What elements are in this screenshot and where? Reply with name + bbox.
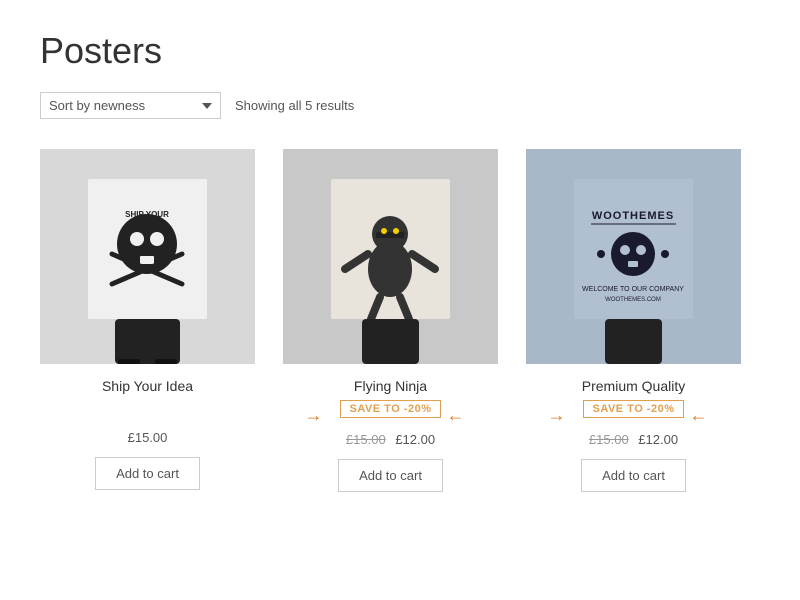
add-to-cart-ship[interactable]: Add to cart [95, 457, 200, 490]
add-to-cart-premium[interactable]: Add to cart [581, 459, 686, 492]
svg-text:WELCOME TO OUR COMPANY: WELCOME TO OUR COMPANY [582, 286, 684, 293]
price-original-ninja: £15.00 [346, 432, 386, 447]
sort-select[interactable]: Sort by newness Sort by price: low to hi… [40, 92, 221, 119]
arrow-left-ninja [304, 406, 334, 420]
svg-text:WOOTHEMES: WOOTHEMES [592, 210, 674, 222]
save-badge-row-premium: SAVE TO -20% [547, 400, 719, 426]
arrow-right-premium [690, 406, 720, 420]
results-count: Showing all 5 results [235, 98, 354, 113]
product-card-ship-your-idea: SHIP YOUR IDEA Ship Your Idea £15.00 Add… [40, 149, 255, 492]
product-image-ship: SHIP YOUR IDEA [40, 149, 255, 364]
product-title-ninja: Flying Ninja [354, 378, 427, 394]
product-card-premium-quality: WOOTHEMES WELCOME TO OUR COMPANY WOOTHEM… [526, 149, 741, 492]
products-grid: SHIP YOUR IDEA Ship Your Idea £15.00 Add… [40, 149, 760, 492]
price-sale-premium: £12.00 [638, 432, 678, 447]
product-price-ship: £15.00 [128, 430, 168, 445]
product-title-ship: Ship Your Idea [102, 378, 193, 394]
product-price-premium: £15.00 £12.00 [589, 432, 678, 447]
product-image-premium: WOOTHEMES WELCOME TO OUR COMPANY WOOTHEM… [526, 149, 741, 364]
price-sale-ninja: £12.00 [395, 432, 435, 447]
arrow-right-ninja [447, 406, 477, 420]
add-to-cart-ninja[interactable]: Add to cart [338, 459, 443, 492]
price-single: £15.00 [128, 430, 168, 445]
save-badge-premium: SAVE TO -20% [583, 400, 683, 418]
svg-text:IDEA: IDEA [137, 220, 156, 229]
ship-poster-svg: SHIP YOUR IDEA [40, 149, 255, 364]
price-original-premium: £15.00 [589, 432, 629, 447]
arrow-left-premium [547, 406, 577, 420]
ninja-poster-svg [283, 149, 498, 364]
toolbar: Sort by newness Sort by price: low to hi… [40, 92, 760, 119]
svg-text:WOOTHEMES.COM: WOOTHEMES.COM [605, 297, 661, 303]
product-price-ninja: £15.00 £12.00 [346, 432, 435, 447]
save-badge-row-ninja: SAVE TO -20% [304, 400, 476, 426]
product-title-premium: Premium Quality [582, 378, 685, 394]
product-card-flying-ninja: Flying Ninja SAVE TO -20% £15.00 £12.00 … [283, 149, 498, 492]
page-container: Posters Sort by newness Sort by price: l… [0, 0, 800, 522]
page-title: Posters [40, 30, 760, 72]
save-badge-ninja: SAVE TO -20% [340, 400, 440, 418]
product-image-ninja [283, 149, 498, 364]
svg-text:SHIP YOUR: SHIP YOUR [125, 210, 169, 219]
premium-poster-svg: WOOTHEMES WELCOME TO OUR COMPANY WOOTHEM… [526, 149, 741, 364]
